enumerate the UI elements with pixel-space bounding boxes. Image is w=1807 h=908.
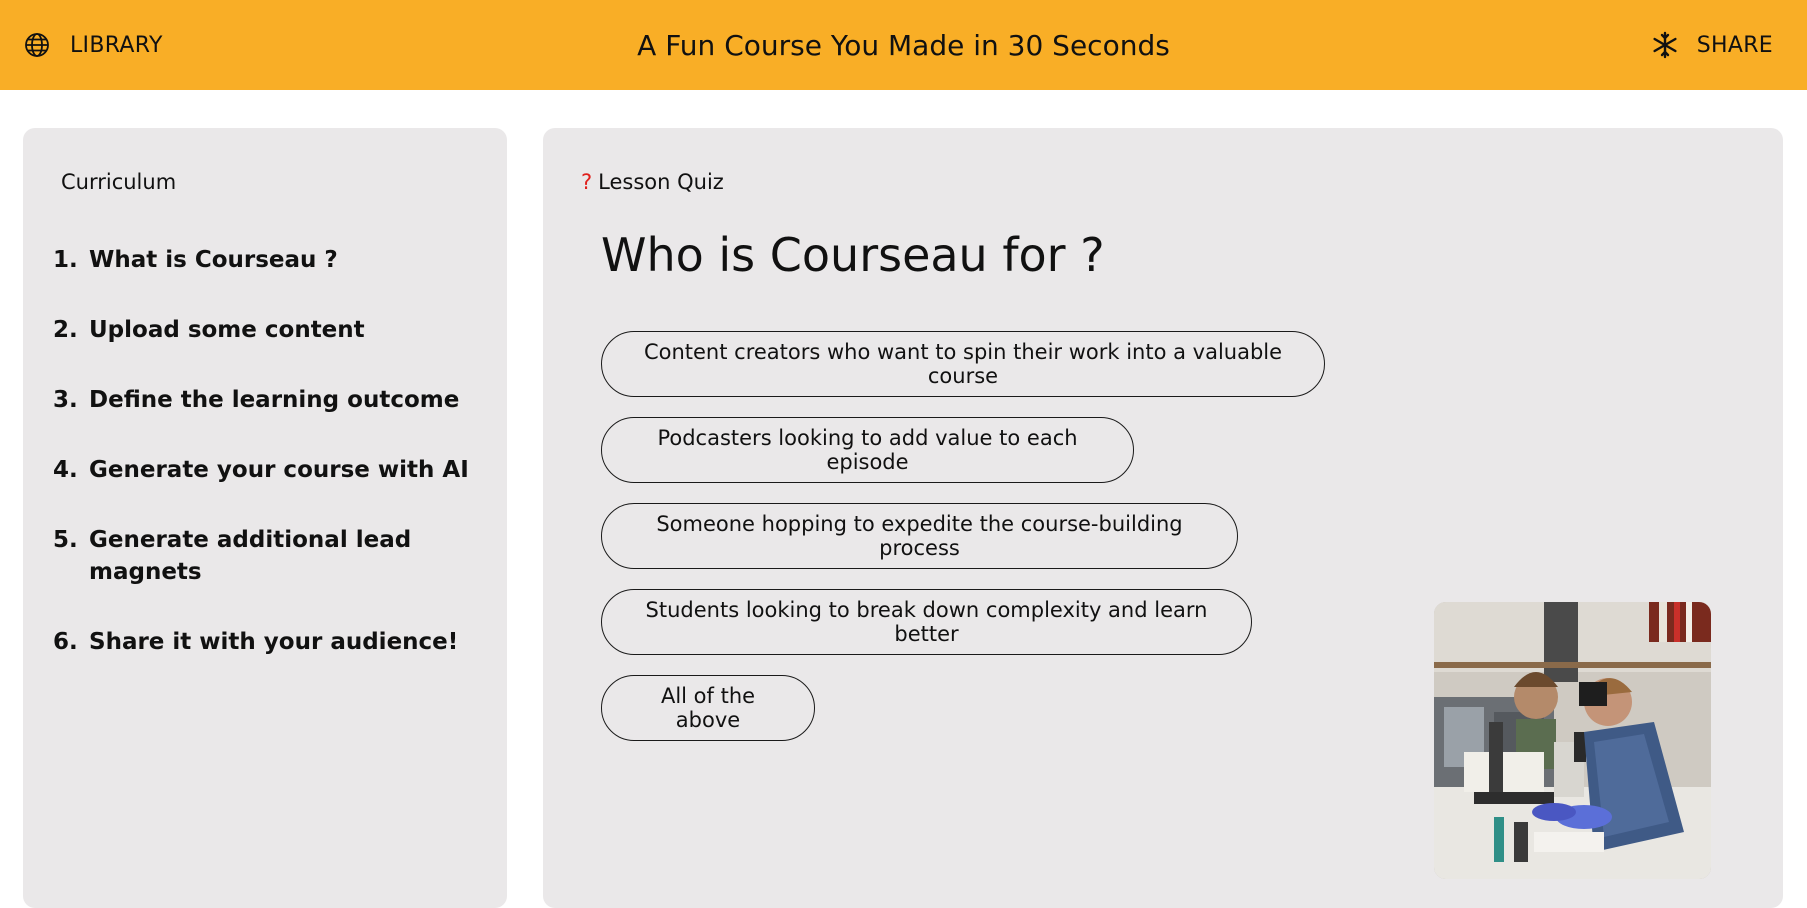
curriculum-item-number: 5. [53,527,78,553]
question-mark-icon: ? [581,170,593,194]
curriculum-item-label: Upload some content [89,317,365,343]
library-label: LIBRARY [70,32,163,58]
curriculum-item-number: 1. [53,247,78,273]
library-link[interactable]: LIBRARY [24,0,163,90]
video-thumbnail[interactable] [1434,602,1711,879]
curriculum-item-label: Generate your course with AI [89,457,469,483]
lesson-quiz-label: Lesson Quiz [598,170,724,194]
curriculum-heading: Curriculum [61,170,177,194]
share-label: SHARE [1696,32,1773,58]
answer-option-4[interactable]: Students looking to break down complexit… [601,589,1252,655]
curriculum-item-4[interactable]: 4. Generate your course with AI [53,454,483,486]
curriculum-list: 1. What is Courseau ? 2. Upload some conte… [53,244,483,696]
curriculum-panel: Curriculum 1. What is Courseau ? 2. Upload… [23,128,507,908]
snowflake-icon [1651,31,1679,59]
lab-scene-image [1434,602,1711,879]
curriculum-item-number: 3. [53,387,78,413]
globe-icon [24,32,50,58]
answer-option-5[interactable]: All of the above [601,675,815,741]
curriculum-item-5[interactable]: 5. Generate additional lead magnets [53,524,483,588]
curriculum-item-label: Share it with your audience! [89,629,459,655]
curriculum-item-3[interactable]: 3. Define the learning outcome [53,384,483,416]
curriculum-item-number: 6. [53,629,78,655]
curriculum-item-1[interactable]: 1. What is Courseau ? [53,244,483,276]
curriculum-item-number: 2. [53,317,78,343]
top-bar: LIBRARY A Fun Course You Made in 30 Seco… [0,0,1807,90]
answer-option-2[interactable]: Podcasters looking to add value to each … [601,417,1134,483]
lesson-quiz-tag: ? Lesson Quiz [581,170,724,194]
answer-option-1[interactable]: Content creators who want to spin their … [601,331,1325,397]
curriculum-item-label: Define the learning outcome [89,387,460,413]
curriculum-item-number: 4. [53,457,78,483]
course-title: A Fun Course You Made in 30 Seconds [637,28,1170,62]
curriculum-item-label: Generate additional lead magnets [89,527,412,585]
answer-option-3[interactable]: Someone hopping to expedite the course-b… [601,503,1238,569]
answer-options: Content creators who want to spin their … [601,331,1325,741]
curriculum-item-2[interactable]: 2. Upload some content [53,314,483,346]
quiz-question: Who is Courseau for ? [601,228,1105,282]
curriculum-item-6[interactable]: 6. Share it with your audience! [53,626,483,658]
share-button[interactable]: SHARE [1651,0,1773,90]
curriculum-item-label: What is Courseau ? [89,247,338,273]
